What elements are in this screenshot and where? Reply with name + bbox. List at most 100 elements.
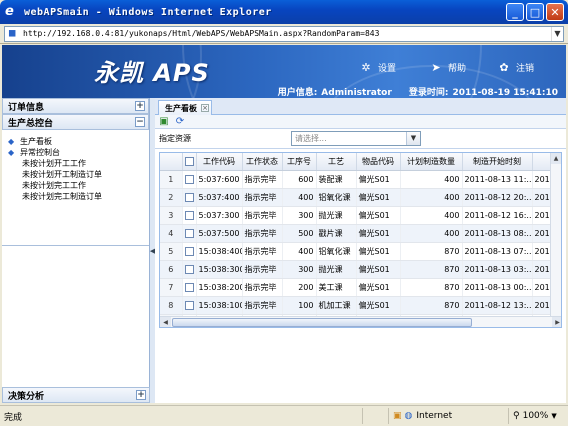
checkbox[interactable] — [184, 282, 194, 292]
checkbox[interactable] — [184, 174, 194, 184]
tree-item-unfinished-orders[interactable]: 未按计划完工制造订单 — [8, 191, 149, 202]
scroll-right-icon[interactable]: ▶ — [552, 316, 561, 327]
select-all-header[interactable] — [182, 153, 197, 171]
column-header[interactable]: 工序号 — [282, 153, 317, 171]
row-checkbox[interactable] — [182, 188, 197, 207]
column-header[interactable]: 工作代码 — [196, 153, 243, 171]
zoom-control[interactable]: ⚲ 100% ▼ — [508, 408, 568, 424]
cell-start-time: 2011-08-12 16:... — [462, 206, 533, 225]
column-header[interactable]: 计划制造数量 — [400, 153, 463, 171]
checkbox[interactable] — [184, 210, 194, 220]
chevron-down-icon[interactable]: ▼ — [406, 132, 420, 145]
tree-item-label: 未按计划开工工作 — [22, 159, 86, 168]
table-row[interactable]: 4 5:037:500 指示完毕 500 戳片课 偏光S01 400 2011-08-13 0… — [160, 224, 561, 243]
checkbox[interactable] — [184, 300, 194, 310]
checkbox[interactable] — [184, 156, 194, 166]
user-label: 用户信息: — [277, 88, 318, 98]
refresh-icon[interactable]: ⟳ — [174, 116, 186, 128]
app-container: 永凯 APS ✲ 设置 ➤ 帮助 ✿ 注销 用户信息: Administrator… — [2, 45, 566, 403]
table-row[interactable]: 8 15:038:100 指示完毕 100 机加工课 偏光S01 870 2011-08-12… — [160, 296, 561, 315]
tree-item-production-board[interactable]: ◆ 生产看板 — [8, 136, 149, 147]
cell-planned-qty: 400 — [400, 170, 463, 189]
checkbox[interactable] — [184, 264, 194, 274]
cell-planned-qty: 400 — [400, 188, 463, 207]
accordion-label: 决策分析 — [8, 391, 45, 402]
cell-item-code: 偏光S01 — [356, 206, 401, 225]
tree-item-unfinished-work[interactable]: 未按计划完工工作 — [8, 180, 149, 191]
column-header[interactable]: 工艺 — [316, 153, 357, 171]
table-row[interactable]: 5 15:038:400 指示完毕 400 铝氧化课 偏光S01 870 2011-08-13… — [160, 242, 561, 261]
horizontal-scrollbar[interactable]: ◀ ▶ — [160, 316, 561, 327]
accordion-decision-analysis[interactable]: 决策分析 + — [2, 387, 150, 403]
table-row[interactable]: 1 5:037:600 指示完毕 600 装配课 偏光S01 400 2011-08-13 1… — [160, 170, 561, 189]
user-info: 用户信息: Administrator 登录时间: 2011-08-19 15:41… — [274, 85, 558, 98]
accordion-production-console[interactable]: 生产总控台 − — [2, 114, 149, 130]
export-icon[interactable]: ▣ — [158, 116, 170, 128]
row-checkbox[interactable] — [182, 242, 197, 261]
table-row[interactable]: 2 5:037:400 指示完毕 400 铝氧化课 偏光S01 400 2011-08-12 … — [160, 188, 561, 207]
row-number: 8 — [160, 296, 183, 315]
cell-planned-qty: 870 — [400, 296, 463, 315]
address-field[interactable]: ◼ http://192.168.0.4:81/yukonaps/Html/We… — [4, 25, 564, 42]
column-header[interactable]: 物品代码 — [356, 153, 401, 171]
cell-planned-qty: 870 — [400, 260, 463, 279]
row-checkbox[interactable] — [182, 224, 197, 243]
cell-planned-qty: 400 — [400, 206, 463, 225]
row-checkbox[interactable] — [182, 260, 197, 279]
cell-operation-no: 400 — [282, 188, 317, 207]
accordion-order-info[interactable]: 订单信息 + — [2, 98, 149, 114]
maximize-button[interactable]: □ — [526, 3, 544, 21]
cell-item-code: 偏光S01 — [356, 278, 401, 297]
column-header[interactable]: 制造开始时刻 — [462, 153, 533, 171]
checkbox[interactable] — [184, 228, 194, 238]
left-panel: 订单信息 + 生产总控台 − ◆ 生产看板 ◆ 异常控制台 未按计划开工工作 未… — [2, 98, 150, 403]
resource-select[interactable]: 请选择... ▼ — [291, 131, 421, 146]
cell-operation-no: 300 — [282, 260, 317, 279]
address-dropdown-icon[interactable]: ▼ — [551, 26, 563, 41]
close-button[interactable]: ✕ — [546, 3, 564, 21]
expand-icon[interactable]: + — [136, 390, 146, 400]
url-text[interactable]: http://192.168.0.4:81/yukonaps/Html/WebA… — [23, 29, 551, 38]
table-row[interactable]: 6 15:038:300 指示完毕 300 抛光课 偏光S01 870 2011-08-13 … — [160, 260, 561, 279]
cell-item-code: 偏光S01 — [356, 296, 401, 315]
globe-icon: ◍ — [404, 411, 413, 421]
scroll-left-icon[interactable]: ◀ — [160, 316, 171, 327]
cell-work-status: 指示完毕 — [242, 242, 283, 261]
chevron-down-icon[interactable]: ▼ — [551, 412, 556, 420]
logout-link[interactable]: ✿ 注销 — [498, 61, 534, 74]
table-row[interactable]: 3 5:037:300 指示完毕 300 抛光课 偏光S01 400 2011-08-12 1… — [160, 206, 561, 225]
tree-item-unstarted-work[interactable]: 未按计划开工工作 — [8, 158, 149, 169]
cell-work-status: 指示完毕 — [242, 224, 283, 243]
cell-work-status: 指示完毕 — [242, 206, 283, 225]
column-header[interactable]: 工作状态 — [242, 153, 283, 171]
login-time-value: 2011-08-19 15:41:10 — [452, 88, 558, 98]
vertical-scrollbar[interactable]: ▲ — [550, 153, 561, 317]
settings-link[interactable]: ✲ 设置 — [360, 61, 396, 74]
checkbox[interactable] — [184, 246, 194, 256]
row-checkbox[interactable] — [182, 206, 197, 225]
tree-item-exception-console[interactable]: ◆ 异常控制台 — [8, 147, 149, 158]
minimize-button[interactable]: _ — [506, 3, 524, 21]
cell-item-code: 偏光S01 — [356, 170, 401, 189]
expand-icon[interactable]: + — [135, 101, 145, 111]
help-link[interactable]: ➤ 帮助 — [430, 61, 466, 74]
row-checkbox[interactable] — [182, 170, 197, 189]
zone-label: Internet — [416, 411, 453, 421]
cell-start-time: 2011-08-13 11:... — [462, 170, 533, 189]
tree-item-unstarted-orders[interactable]: 未按计划开工制造订单 — [8, 169, 149, 180]
table-row[interactable]: 7 15:038:200 指示完毕 200 美工课 偏光S01 870 2011-08-13 … — [160, 278, 561, 297]
scroll-thumb[interactable] — [172, 317, 472, 327]
tab-production-board[interactable]: 生产看板 × — [158, 100, 212, 115]
collapse-icon[interactable]: − — [135, 117, 145, 127]
ie-logo-icon: e — [5, 4, 14, 19]
scroll-up-icon[interactable]: ▲ — [551, 153, 561, 164]
close-tab-icon[interactable]: × — [201, 104, 209, 112]
row-checkbox[interactable] — [182, 296, 197, 315]
row-checkbox[interactable] — [182, 278, 197, 297]
cell-operation-no: 300 — [282, 206, 317, 225]
bottom-accordion-wrapper: 决策分析 + — [2, 387, 150, 403]
help-label: 帮助 — [448, 64, 467, 74]
checkbox[interactable] — [184, 192, 194, 202]
cell-planned-qty: 870 — [400, 242, 463, 261]
cell-work-code: 5:037:400 — [196, 188, 243, 207]
